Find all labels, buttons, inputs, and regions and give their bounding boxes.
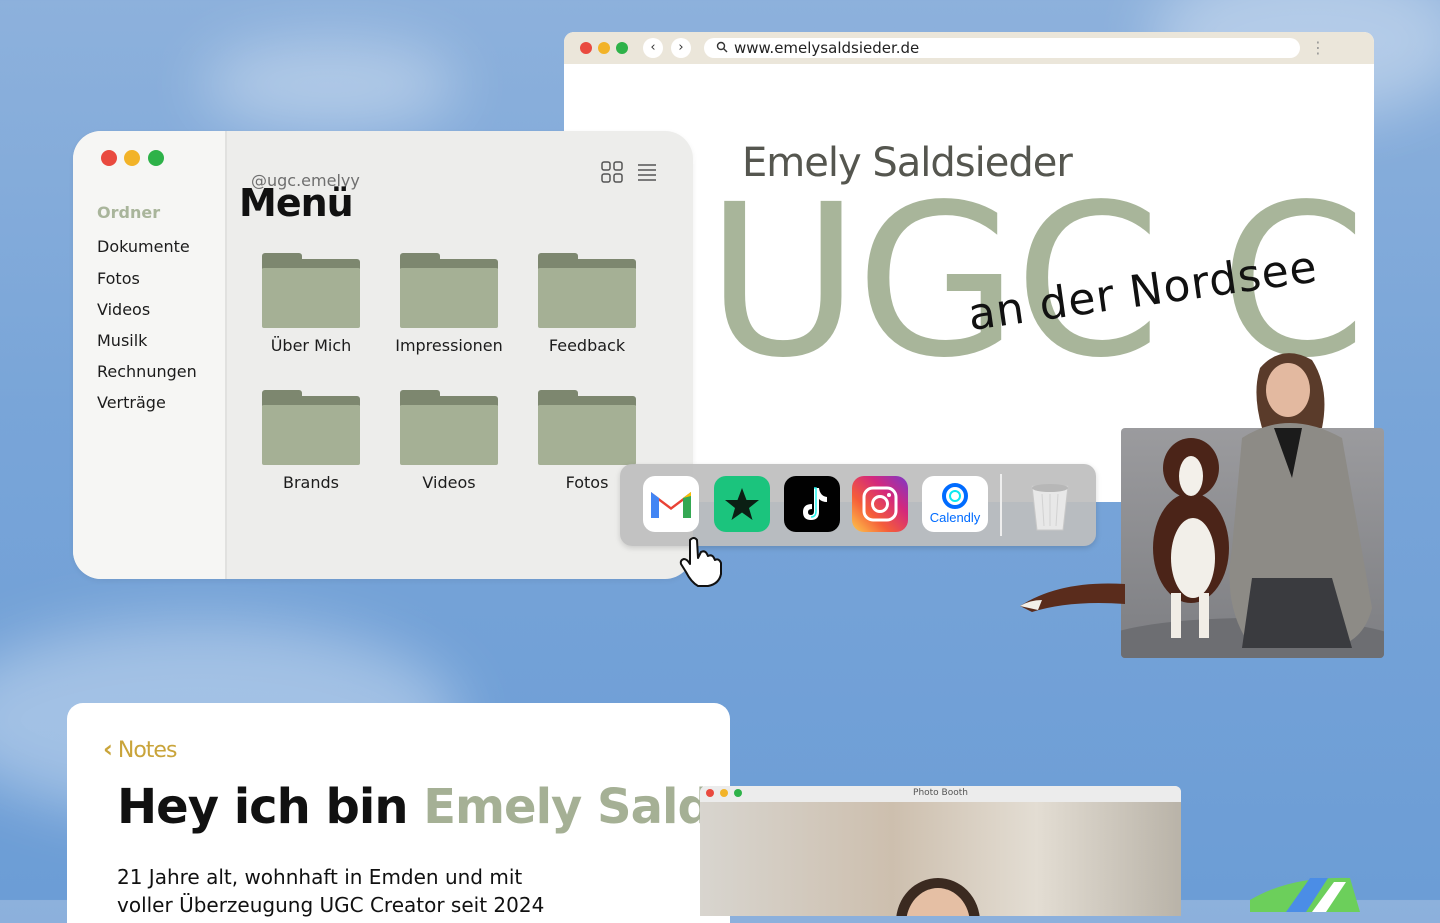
person-photo — [1222, 348, 1382, 658]
cloud — [200, 40, 460, 130]
folder-icon[interactable] — [262, 253, 360, 329]
folder-icon[interactable] — [262, 390, 360, 466]
notes-back-button[interactable]: ‹ Notes — [103, 735, 178, 763]
folder-label-impressionen[interactable]: Impressionen — [379, 336, 519, 355]
folder-icon[interactable] — [400, 253, 498, 329]
minimize-button[interactable] — [124, 150, 140, 166]
sidebar-item-vertraege[interactable]: Verträge — [97, 393, 166, 412]
notes-back-label: Notes — [117, 738, 178, 763]
calendly-label: Calendly — [929, 510, 981, 525]
photo-booth-titlebar: Photo Booth — [700, 786, 1181, 803]
browser-toolbar: ‹ › www.emelysaldsieder.de ⋮ — [564, 32, 1374, 64]
maps-icon — [1250, 872, 1370, 916]
chevron-left-icon: ‹ — [103, 735, 113, 763]
sidebar-item-dokumente[interactable]: Dokumente — [97, 237, 190, 256]
list-view-icon[interactable] — [637, 162, 657, 186]
photo-booth-preview — [700, 802, 1181, 916]
sidebar-heading: Ordner — [97, 203, 161, 222]
notes-title: Hey ich bin Emely Saldsieder — [117, 779, 730, 835]
gmail-icon[interactable] — [643, 476, 699, 532]
notes-body: 21 Jahre alt, wohnhaft in Emden und mit … — [117, 863, 544, 919]
finder-sidebar: Ordner Dokumente Fotos Videos Musilk Rec… — [73, 131, 225, 579]
calendly-icon[interactable]: Calendly — [922, 476, 988, 532]
sidebar-item-musik[interactable]: Musilk — [97, 331, 147, 350]
dog-tail — [1020, 583, 1125, 612]
notes-title-accent: Emely Saldsieder — [423, 779, 730, 835]
address-bar[interactable]: www.emelysaldsieder.de — [704, 38, 1300, 58]
page-title: Menü — [239, 181, 354, 225]
finder-window: Ordner Dokumente Fotos Videos Musilk Rec… — [73, 131, 693, 579]
dock: Calendly — [620, 464, 1096, 546]
folder-icon[interactable] — [400, 390, 498, 466]
grid-view-icon[interactable] — [601, 161, 623, 187]
folder-label-ueber-mich[interactable]: Über Mich — [241, 336, 381, 355]
folder-icon[interactable] — [538, 390, 636, 466]
folder-icon[interactable] — [538, 253, 636, 329]
sidebar-item-fotos[interactable]: Fotos — [97, 269, 140, 288]
minimize-button[interactable] — [598, 42, 610, 54]
back-button[interactable]: ‹ — [643, 38, 663, 58]
photo-booth-title: Photo Booth — [913, 788, 968, 798]
close-button[interactable] — [101, 150, 117, 166]
folder-label-brands[interactable]: Brands — [241, 473, 381, 492]
photo-booth-window: Photo Booth — [700, 786, 1181, 916]
more-menu-icon[interactable]: ⋮ — [1310, 38, 1326, 58]
close-button[interactable] — [580, 42, 592, 54]
hand-cursor-icon — [678, 536, 726, 592]
notes-window: ‹Notes Hey ich bin Emely Saldsieder 21 J… — [67, 703, 730, 923]
folder-label-feedback[interactable]: Feedback — [517, 336, 657, 355]
dock-separator — [1000, 474, 1002, 536]
url-text: www.emelysaldsieder.de — [734, 39, 920, 57]
tiktok-icon[interactable] — [784, 476, 840, 532]
notes-body-line: 21 Jahre alt, wohnhaft in Emden und mit — [117, 865, 523, 889]
notes-title-plain: Hey ich bin — [117, 779, 424, 835]
search-icon — [716, 39, 728, 59]
maximize-button[interactable] — [616, 42, 628, 54]
forward-button[interactable]: › — [671, 38, 691, 58]
notes-body-line: voller Überzeugung UGC Creator seit 2024 — [117, 893, 545, 917]
sidebar-item-videos[interactable]: Videos — [97, 300, 150, 319]
folder-label-videos[interactable]: Videos — [379, 473, 519, 492]
trash-icon[interactable] — [1022, 476, 1078, 532]
instagram-icon[interactable] — [852, 476, 908, 532]
star-app-icon[interactable] — [714, 476, 770, 532]
maximize-button[interactable] — [148, 150, 164, 166]
sidebar-item-rechnungen[interactable]: Rechnungen — [97, 362, 197, 381]
